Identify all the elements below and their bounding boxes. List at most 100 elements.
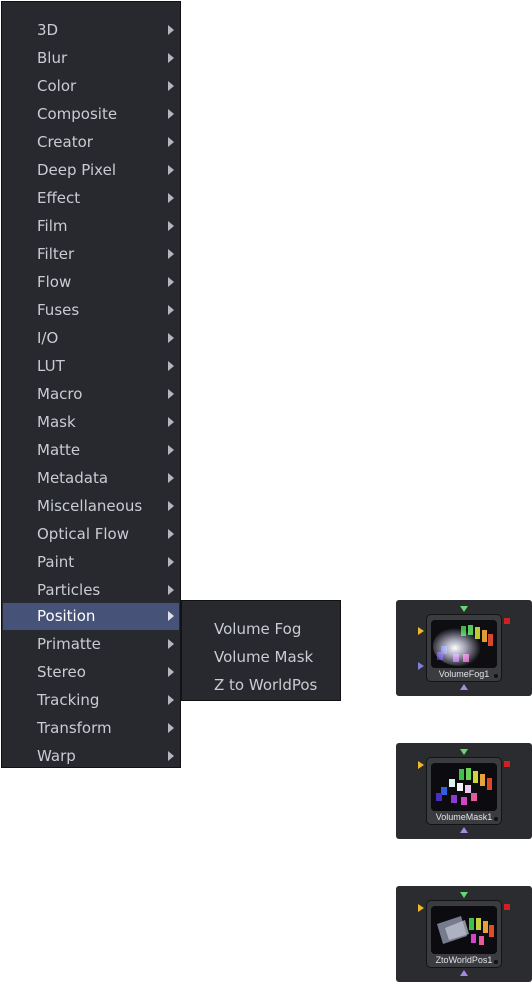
menu-item-macro[interactable]: Macro: [3, 381, 179, 408]
menu-item-stereo[interactable]: Stereo: [3, 659, 179, 686]
menu-item-label: Effect: [37, 189, 81, 207]
chevron-right-icon: [168, 445, 174, 455]
menu-item-label: I/O: [37, 329, 59, 347]
node-name: VolumeFog1: [438, 669, 490, 679]
node-status-dot: [494, 817, 498, 821]
chevron-right-icon: [168, 53, 174, 63]
z-to-worldpos-thumbnail-icon: [431, 906, 497, 954]
menu-item-label: Particles: [37, 581, 101, 599]
position-submenu: Volume Fog Volume Mask Z to WorldPos: [181, 600, 341, 701]
chevron-right-icon: [168, 277, 174, 287]
chevron-right-icon: [168, 361, 174, 371]
output-icon[interactable]: [504, 761, 510, 767]
menu-item-composite[interactable]: Composite: [3, 101, 179, 128]
menu-item-label: Color: [37, 77, 77, 95]
chevron-right-icon: [168, 557, 174, 567]
chevron-right-icon: [168, 529, 174, 539]
menu-item-label: Matte: [37, 441, 81, 459]
mask-input-icon[interactable]: [418, 662, 424, 670]
output-icon[interactable]: [504, 618, 510, 624]
chevron-right-icon: [168, 389, 174, 399]
effect-mask-input-icon[interactable]: [460, 606, 468, 612]
output-bottom-icon[interactable]: [460, 970, 468, 976]
menu-item-label: Deep Pixel: [37, 161, 116, 179]
menu-item-label: LUT: [37, 357, 65, 375]
volume-fog-thumbnail-icon: [431, 620, 497, 668]
menu-item-tracking[interactable]: Tracking: [3, 687, 179, 714]
menu-item-blur[interactable]: Blur: [3, 45, 179, 72]
menu-item-miscellaneous[interactable]: Miscellaneous: [3, 493, 179, 520]
menu-item-matte[interactable]: Matte: [3, 437, 179, 464]
menu-item-optical-flow[interactable]: Optical Flow: [3, 521, 179, 548]
node-status-dot: [494, 674, 498, 678]
context-menu: 3D Blur Color Composite Creator Deep Pix…: [1, 1, 181, 768]
menu-item-creator[interactable]: Creator: [3, 129, 179, 156]
chevron-right-icon: [168, 25, 174, 35]
volume-mask-thumbnail-icon: [431, 763, 497, 811]
menu-item-label: Macro: [37, 385, 83, 403]
node-z-to-worldpos[interactable]: ZtoWorldPos1: [426, 900, 502, 968]
submenu-item-volume-mask[interactable]: Volume Mask: [214, 645, 313, 669]
menu-item-3d[interactable]: 3D: [3, 17, 179, 44]
node-status-dot: [494, 960, 498, 964]
menu-item-label: Optical Flow: [37, 525, 129, 543]
effect-mask-input-icon[interactable]: [460, 749, 468, 755]
menu-item-transform[interactable]: Transform: [3, 715, 179, 742]
menu-item-flow[interactable]: Flow: [3, 269, 179, 296]
menu-item-io[interactable]: I/O: [3, 325, 179, 352]
output-icon[interactable]: [504, 904, 510, 910]
chevron-right-icon: [168, 667, 174, 677]
chevron-right-icon: [168, 249, 174, 259]
chevron-right-icon: [168, 221, 174, 231]
menu-item-position[interactable]: Position: [3, 603, 179, 630]
chevron-right-icon: [168, 639, 174, 649]
chevron-right-icon: [168, 333, 174, 343]
menu-item-primatte[interactable]: Primatte: [3, 631, 179, 658]
menu-item-label: Composite: [37, 105, 118, 123]
menu-item-label: Metadata: [37, 469, 109, 487]
menu-item-deep-pixel[interactable]: Deep Pixel: [3, 157, 179, 184]
submenu-item-volume-fog[interactable]: Volume Fog: [214, 617, 301, 641]
menu-item-lut[interactable]: LUT: [3, 353, 179, 380]
node-volume-mask[interactable]: VolumeMask1: [426, 757, 502, 825]
menu-item-label: 3D: [37, 21, 59, 39]
chevron-right-icon: [168, 305, 174, 315]
chevron-right-icon: [168, 723, 174, 733]
menu-item-label: Miscellaneous: [37, 497, 143, 515]
menu-item-paint[interactable]: Paint: [3, 549, 179, 576]
menu-item-label: Transform: [37, 719, 112, 737]
menu-item-fuses[interactable]: Fuses: [3, 297, 179, 324]
menu-item-effect[interactable]: Effect: [3, 185, 179, 212]
chevron-right-icon: [168, 137, 174, 147]
menu-item-mask[interactable]: Mask: [3, 409, 179, 436]
menu-item-film[interactable]: Film: [3, 213, 179, 240]
node-panel-z-to-worldpos: ZtoWorldPos1: [396, 886, 532, 982]
chevron-right-icon: [168, 501, 174, 511]
background-input-icon[interactable]: [418, 761, 424, 769]
effect-mask-input-icon[interactable]: [460, 892, 468, 898]
chevron-right-icon: [168, 417, 174, 427]
chevron-right-icon: [168, 165, 174, 175]
menu-item-label: Blur: [37, 49, 68, 67]
submenu-item-z-to-worldpos[interactable]: Z to WorldPos: [214, 673, 317, 697]
menu-item-filter[interactable]: Filter: [3, 241, 179, 268]
menu-item-label: Mask: [37, 413, 76, 431]
menu-item-metadata[interactable]: Metadata: [3, 465, 179, 492]
menu-item-label: Flow: [37, 273, 72, 291]
chevron-right-icon: [168, 611, 174, 621]
output-bottom-icon[interactable]: [460, 827, 468, 833]
node-panel-volume-mask: VolumeMask1: [396, 743, 532, 839]
output-bottom-icon[interactable]: [460, 684, 468, 690]
background-input-icon[interactable]: [418, 627, 424, 635]
chevron-right-icon: [168, 81, 174, 91]
menu-item-color[interactable]: Color: [3, 73, 179, 100]
background-input-icon[interactable]: [418, 904, 424, 912]
node-volume-fog[interactable]: VolumeFog1: [426, 614, 502, 682]
node-name: ZtoWorldPos1: [435, 955, 493, 965]
menu-item-label: Primatte: [37, 635, 101, 653]
node-name: VolumeMask1: [435, 812, 493, 822]
menu-item-warp[interactable]: Warp: [3, 743, 179, 770]
menu-item-particles[interactable]: Particles: [3, 577, 179, 604]
menu-item-label: Warp: [37, 747, 76, 765]
menu-item-label: Creator: [37, 133, 93, 151]
